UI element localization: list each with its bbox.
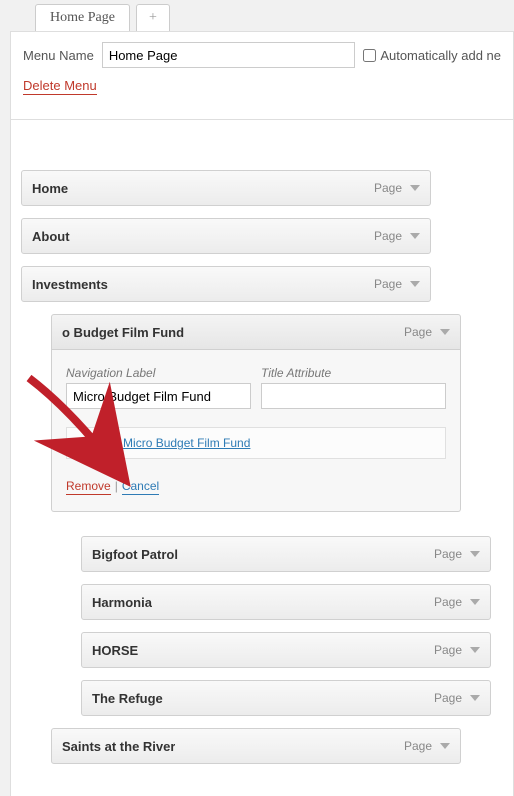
menu-structure: HomePageAboutPageInvestmentsPageo Budget… <box>10 120 514 796</box>
menu-item-type: Page <box>374 277 402 291</box>
menu-item[interactable]: Bigfoot Patrol Page <box>81 536 491 572</box>
menu-item[interactable]: Harmonia Page <box>81 584 491 620</box>
menu-item-title: Investments <box>32 277 108 292</box>
menu-item-type: Page <box>404 325 432 339</box>
nav-label-input[interactable] <box>66 383 251 409</box>
remove-link[interactable]: Remove <box>66 479 111 495</box>
menu-item-type: Page <box>434 643 462 657</box>
menu-item[interactable]: Saints at the River Page <box>51 728 461 764</box>
menu-name-label: Menu Name <box>23 48 94 63</box>
delete-menu-link[interactable]: Delete Menu <box>23 78 97 95</box>
nav-label-caption: Navigation Label <box>66 366 251 380</box>
menu-item[interactable]: HORSE Page <box>81 632 491 668</box>
chevron-down-icon[interactable] <box>410 233 420 239</box>
menu-item-type: Page <box>434 595 462 609</box>
title-attr-caption: Title Attribute <box>261 366 446 380</box>
menu-item-title: Bigfoot Patrol <box>92 547 178 562</box>
menu-item-type: Page <box>434 547 462 561</box>
title-attr-input[interactable] <box>261 383 446 409</box>
chevron-down-icon[interactable] <box>470 647 480 653</box>
menu-item-title: About <box>32 229 70 244</box>
chevron-down-icon[interactable] <box>410 185 420 191</box>
auto-add-checkbox[interactable] <box>363 49 376 62</box>
auto-add-wrapper: Automatically add ne <box>363 48 501 63</box>
menu-item-title: Saints at the River <box>62 739 175 754</box>
menu-item-settings: Navigation Label Title Attribute Original:… <box>51 350 461 512</box>
chevron-down-icon[interactable] <box>440 743 450 749</box>
menu-name-input[interactable] <box>102 42 356 68</box>
menu-item-header[interactable]: o Budget Film Fund Page <box>51 314 461 350</box>
menu-item-title: HORSE <box>92 643 138 658</box>
menu-item-title: The Refuge <box>92 691 163 706</box>
menu-item-type: Page <box>374 229 402 243</box>
menu-item[interactable]: The Refuge Page <box>81 680 491 716</box>
cancel-link[interactable]: Cancel <box>122 479 159 495</box>
menu-item-type: Page <box>374 181 402 195</box>
menu-item-title: Harmonia <box>92 595 152 610</box>
chevron-down-icon[interactable] <box>410 281 420 287</box>
chevron-down-icon[interactable] <box>470 599 480 605</box>
menu-item-type: Page <box>434 691 462 705</box>
menu-item-title: o Budget Film Fund <box>62 325 184 340</box>
chevron-down-icon[interactable] <box>470 695 480 701</box>
separator: | <box>115 479 118 493</box>
chevron-down-icon[interactable] <box>470 551 480 557</box>
menu-item-title: Home <box>32 181 68 196</box>
tab-home-page[interactable]: Home Page <box>35 4 130 31</box>
chevron-down-icon[interactable] <box>440 329 450 335</box>
menu-item-type: Page <box>404 739 432 753</box>
menu-item[interactable]: About Page <box>21 218 431 254</box>
menu-item[interactable]: Investments Page <box>21 266 431 302</box>
original-box: Original: Micro Budget Film Fund <box>66 427 446 459</box>
menu-settings-panel: Menu Name Automatically add ne Delete Me… <box>10 31 514 120</box>
auto-add-label: Automatically add ne <box>380 48 501 63</box>
original-link[interactable]: Micro Budget Film Fund <box>123 436 250 450</box>
original-label: Original: <box>75 436 123 450</box>
tab-add[interactable]: + <box>136 4 170 31</box>
menu-item[interactable]: Home Page <box>21 170 431 206</box>
